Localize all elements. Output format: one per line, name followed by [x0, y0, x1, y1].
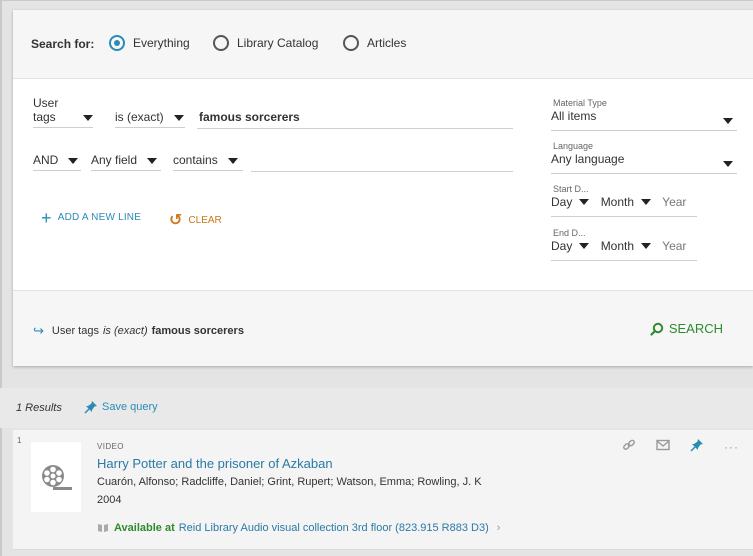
chevron-down-icon [68, 158, 79, 164]
results-header: 1 Results Save query [0, 388, 753, 428]
search-panel: Search for: Everything Library Catalog A… [13, 10, 753, 366]
search-button-label: SEARCH [668, 321, 723, 336]
material-type-select[interactable]: All items [551, 109, 737, 131]
end-month-select[interactable]: Month [600, 239, 652, 253]
film-reel-icon [42, 465, 72, 490]
search-icon [650, 322, 664, 336]
scope-articles-radio[interactable]: Articles [343, 35, 406, 51]
chevron-down-icon [173, 115, 184, 121]
search-scope-row: Search for: Everything Library Catalog A… [13, 10, 753, 79]
chevron-down-icon [641, 199, 652, 205]
end-date-label: End D... [553, 228, 586, 238]
scope-everything-radio[interactable]: Everything [109, 35, 190, 51]
line2-value-input[interactable] [251, 150, 513, 172]
more-options-icon[interactable]: ··· [724, 440, 739, 454]
result-thumbnail[interactable] [31, 442, 81, 512]
start-date-group: Day Month Year [551, 195, 697, 217]
start-year-input[interactable]: Year [662, 195, 686, 209]
permalink-icon[interactable] [622, 438, 636, 455]
availability-status: Available at [114, 522, 175, 534]
line2-field-value: Any field [91, 153, 138, 167]
result-index: 1 [17, 436, 22, 445]
search-button[interactable]: SEARCH [650, 321, 723, 336]
add-new-line-label: ADD A NEW LINE [57, 212, 142, 223]
result-authors: Cuarón, Alfonso; Radcliffe, Daniel; Grin… [97, 476, 482, 488]
start-month-select[interactable]: Month [600, 195, 652, 209]
pin-icon [84, 401, 97, 414]
start-month-value: Month [600, 195, 635, 209]
result-actions: ··· [622, 438, 739, 455]
result-item[interactable]: 1 VIDEO Harry Potter and the prisoner of… [13, 430, 753, 550]
scope-library-catalog-radio[interactable]: Library Catalog [213, 35, 318, 51]
start-day-select[interactable]: Day [551, 195, 590, 209]
chevron-down-icon [723, 161, 733, 167]
line1-field-value: User tags [33, 96, 59, 124]
book-icon [98, 524, 108, 532]
add-new-line-button[interactable]: + ADD A NEW LINE [41, 207, 142, 228]
start-day-value: Day [551, 195, 573, 209]
availability-location: Reid Library Audio visual collection 3rd… [178, 522, 489, 534]
result-type: VIDEO [97, 442, 124, 451]
end-month-value: Month [600, 239, 635, 253]
radio-checked-icon [109, 35, 125, 51]
line2-operator-select[interactable]: contains [173, 149, 243, 171]
line1-field-select[interactable]: User tags [33, 96, 93, 128]
scope-everything-label: Everything [133, 36, 190, 50]
line1-operator-value: is (exact) [115, 110, 164, 124]
clear-label: CLEAR [188, 214, 222, 226]
result-year: 2004 [97, 494, 122, 506]
summary-operator: is (exact) [102, 325, 148, 337]
language-select[interactable]: Any language [551, 152, 737, 174]
end-year-input[interactable]: Year [662, 239, 686, 253]
line2-operator-value: contains [173, 153, 218, 167]
line1-operator-select[interactable]: is (exact) [115, 106, 185, 128]
material-type-label: Material Type [553, 98, 607, 108]
line2-boolean-value: AND [33, 153, 59, 167]
results-count: 1 Results [16, 402, 62, 414]
plus-icon: + [41, 207, 52, 228]
chevron-down-icon [579, 199, 590, 205]
query-summary-row: ↪ User tags is (exact) famous sorcerers … [13, 290, 753, 366]
material-type-value: All items [551, 109, 597, 123]
reset-icon: ↺ [169, 212, 183, 229]
arrow-right-icon: ↪ [33, 323, 44, 338]
end-day-value: Day [551, 239, 573, 253]
language-label: Language [553, 141, 594, 151]
chevron-down-icon [723, 118, 733, 124]
language-value: Any language [551, 152, 625, 166]
scope-library-catalog-label: Library Catalog [237, 36, 319, 50]
search-for-label: Search for: [31, 37, 95, 51]
chevron-down-icon [641, 243, 652, 249]
summary-field: User tags [51, 325, 99, 337]
chevron-down-icon [227, 158, 238, 164]
end-day-select[interactable]: Day [551, 239, 590, 253]
pin-icon[interactable] [690, 438, 704, 455]
start-date-label: Start D... [553, 184, 589, 194]
line1-value-input[interactable]: famous sorcerers [197, 107, 513, 129]
chevron-down-icon [83, 115, 93, 121]
scope-articles-label: Articles [367, 36, 407, 50]
availability-line[interactable]: Available at Reid Library Audio visual c… [97, 522, 500, 534]
save-query-button[interactable]: Save query [84, 400, 158, 414]
line2-boolean-select[interactable]: AND [33, 149, 81, 171]
result-title-link[interactable]: Harry Potter and the prisoner of Azkaban [97, 456, 333, 471]
chevron-down-icon [147, 158, 158, 164]
end-date-group: Day Month Year [551, 239, 697, 261]
save-query-label: Save query [102, 401, 158, 413]
radio-unchecked-icon [343, 35, 359, 51]
clear-button[interactable]: ↺ CLEAR [169, 210, 222, 230]
radio-unchecked-icon [213, 35, 229, 51]
query-summary: ↪ User tags is (exact) famous sorcerers [33, 323, 244, 339]
chevron-right-icon: › [496, 522, 501, 534]
summary-value: famous sorcerers [151, 325, 244, 337]
line2-field-select[interactable]: Any field [91, 149, 161, 171]
email-icon[interactable] [656, 439, 670, 454]
chevron-down-icon [579, 243, 590, 249]
